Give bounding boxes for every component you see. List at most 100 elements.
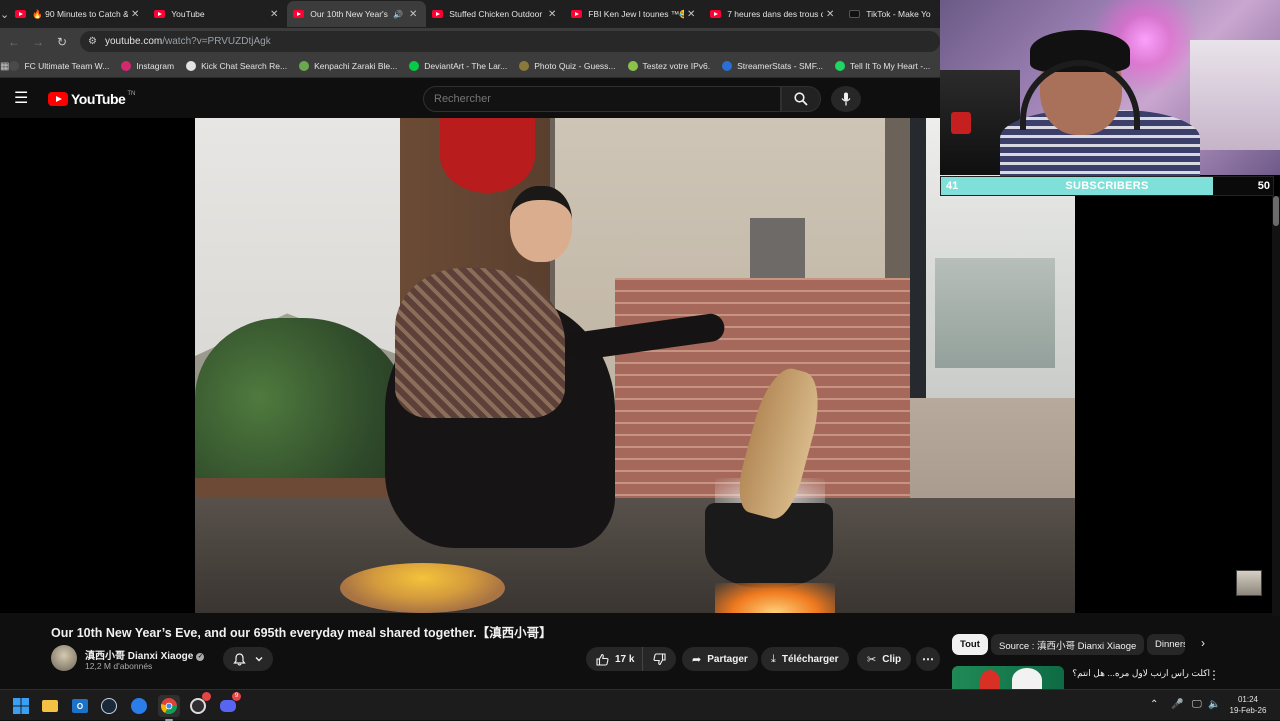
bookmark-item[interactable]: Kenpachi Zaraki Ble... (299, 61, 397, 71)
tab-close-icon[interactable]: ✕ (128, 9, 142, 20)
clock-date: 19-Feb-26 (1229, 706, 1267, 715)
download-icon: ⤓ (771, 652, 776, 665)
channel-name-link[interactable]: 滇西小哥 Dianxi Xiaoge ✓ (85, 647, 205, 662)
share-label: Partager (707, 653, 748, 665)
steam-icon[interactable] (98, 695, 120, 717)
clip-button[interactable]: ✂ Clip (857, 647, 912, 671)
windows-start-icon[interactable] (10, 695, 32, 717)
tab-close-icon[interactable]: ✕ (545, 9, 559, 20)
like-button[interactable]: 17 k (586, 647, 644, 671)
tab-search-chevron-icon[interactable]: ⌄ (0, 0, 9, 28)
thumbs-down-icon (653, 652, 666, 665)
bookmark-label: Testez votre IPv6. (642, 61, 711, 71)
recommended-video-title[interactable]: اكلت راس ارنب لاول مره... هل انتم؟ (1070, 668, 1210, 679)
site-info-icon[interactable]: ⚙ (88, 36, 97, 47)
video-scene-person-vest (395, 268, 565, 418)
discord-icon[interactable]: 9 (217, 692, 241, 717)
apps-grid-icon[interactable]: ▦ (0, 61, 9, 72)
tab-close-icon[interactable]: ✕ (267, 9, 281, 20)
bookmark-favicon-icon (519, 61, 530, 71)
bookmark-label: Kick Chat Search Re... (201, 61, 288, 71)
video-scene-window-view (935, 258, 1055, 368)
dislike-button[interactable] (643, 647, 675, 671)
back-arrow-icon[interactable]: ← (2, 35, 26, 49)
like-dislike-group: 17 k (586, 647, 676, 671)
tab-title: 🔥 90 Minutes to Catch & (32, 8, 129, 19)
subscriber-count: 12,2 M d'abonnés (85, 661, 153, 671)
bookmark-favicon-icon (186, 61, 197, 71)
chip-all[interactable]: Tout (952, 634, 988, 655)
youtube-logo[interactable]: YouTube TN (48, 91, 135, 107)
browser-tab[interactable]: 🔥 90 Minutes to Catch & ✕ (9, 1, 148, 27)
subscriber-goal-label: SUBSCRIBERS (1065, 180, 1149, 192)
recommended-more-icon[interactable]: ⋮ (1207, 668, 1221, 682)
miniplayer-thumbnail[interactable] (1236, 570, 1262, 596)
page-scrollbar[interactable] (1272, 196, 1280, 616)
bookmark-item[interactable]: Testez votre IPv6. (627, 61, 711, 71)
obs-icon[interactable] (187, 692, 211, 717)
address-bar[interactable]: ⚙ youtube.com/watch?v=PRVUZDtjAgk (80, 31, 940, 52)
like-count: 17 k (615, 653, 635, 665)
youtube-masthead: ☰ YouTube TN (0, 79, 940, 119)
youtube-icon (293, 10, 305, 18)
bookmark-item[interactable]: FC Ultimate Team W... (9, 61, 109, 71)
video-title: Our 10th New Year’s Eve, and our 695th e… (51, 626, 552, 640)
chip-source-channel[interactable]: Source : 滇西小哥 Dianxi Xiaoge (991, 634, 1145, 655)
bookmark-item[interactable]: StreamerStats - SMF... (722, 61, 823, 71)
bookmark-item[interactable]: Photo Quiz - Guess... (519, 61, 616, 71)
bookmark-favicon-icon (299, 61, 310, 71)
bookmark-item[interactable]: Instagram (121, 61, 174, 71)
bookmark-label: FC Ultimate Team W... (24, 61, 110, 71)
chrome-icon[interactable] (158, 695, 180, 721)
pc-manager-icon[interactable] (128, 695, 150, 717)
download-button[interactable]: ⤓ Télécharger (761, 647, 849, 671)
tab-close-icon[interactable]: ✕ (823, 9, 837, 20)
thumbs-up-icon (596, 653, 609, 666)
bookmark-item[interactable]: Kick Chat Search Re... (186, 61, 287, 71)
tray-microphone-icon[interactable]: 🎤 (1171, 699, 1183, 710)
chrome-logo-icon (161, 698, 177, 714)
chevron-right-icon[interactable]: › (1193, 636, 1213, 654)
voice-search-button[interactable] (831, 86, 861, 112)
more-actions-icon[interactable]: ⋯ (916, 647, 940, 671)
bookmark-item[interactable]: Tell It To My Heart -... (835, 61, 930, 71)
tray-volume-icon[interactable]: 🔈 (1208, 699, 1220, 710)
system-clock[interactable]: 01:24 19-Feb-26 (1226, 694, 1270, 716)
tray-network-icon[interactable]: 🖵 (1192, 699, 1202, 710)
tab-audio-icon[interactable]: 🔊 (393, 10, 403, 19)
share-button[interactable]: ➦ Partager (682, 647, 758, 671)
browser-tab[interactable]: 7 heures dans des trous d ✕ (704, 1, 843, 27)
menu-icon[interactable]: ☰ (14, 91, 34, 107)
tab-title: FBI Ken Jew l tounes ™😂 (588, 8, 685, 19)
tab-strip: ⌄ 🔥 90 Minutes to Catch & ✕ YouTube ✕ Our 10… (0, 0, 940, 28)
browser-tab[interactable]: Our 10th New Year's E 🔊 ✕ (287, 1, 427, 27)
search-button[interactable] (781, 86, 821, 112)
windows-logo-icon (13, 698, 29, 714)
bookmark-favicon-icon (835, 61, 846, 71)
page-scrollbar-thumb[interactable] (1273, 196, 1279, 226)
tray-chevron-up-icon[interactable]: ⌃ (1150, 699, 1158, 710)
video-scene-person-head (510, 186, 572, 262)
video-scene-lantern (440, 118, 535, 193)
tab-title: Our 10th New Year's E (310, 9, 391, 19)
reload-icon[interactable]: ↻ (50, 35, 74, 49)
forward-arrow-icon[interactable]: → (26, 35, 50, 49)
outlook-icon[interactable]: O (69, 695, 91, 717)
browser-tab[interactable]: YouTube ✕ (148, 1, 287, 27)
tab-close-icon[interactable]: ✕ (406, 9, 420, 20)
tab-close-icon[interactable]: ✕ (684, 9, 698, 20)
browser-tab[interactable]: FBI Ken Jew l tounes ™😂 ✕ (565, 1, 704, 27)
windows-taskbar: O 9 ⌃ 🎤 🖵 🔈 (0, 689, 1280, 721)
bookmark-item[interactable]: DeviantArt - The Lar... (409, 61, 507, 71)
browser-tab[interactable]: Stuffed Chicken Outdoor ✕ (426, 1, 565, 27)
chevron-down-icon (255, 657, 262, 662)
search-input[interactable] (423, 86, 781, 112)
video-scene-floor (195, 498, 1075, 613)
chip-dinners[interactable]: Dinners (1147, 634, 1185, 655)
channel-avatar[interactable] (51, 645, 77, 671)
video-scene-fire (715, 583, 835, 613)
file-explorer-icon[interactable] (39, 695, 61, 717)
bookmark-favicon-icon (627, 61, 638, 71)
subscribed-notifications-button[interactable] (223, 647, 273, 671)
youtube-play-icon (48, 92, 68, 106)
